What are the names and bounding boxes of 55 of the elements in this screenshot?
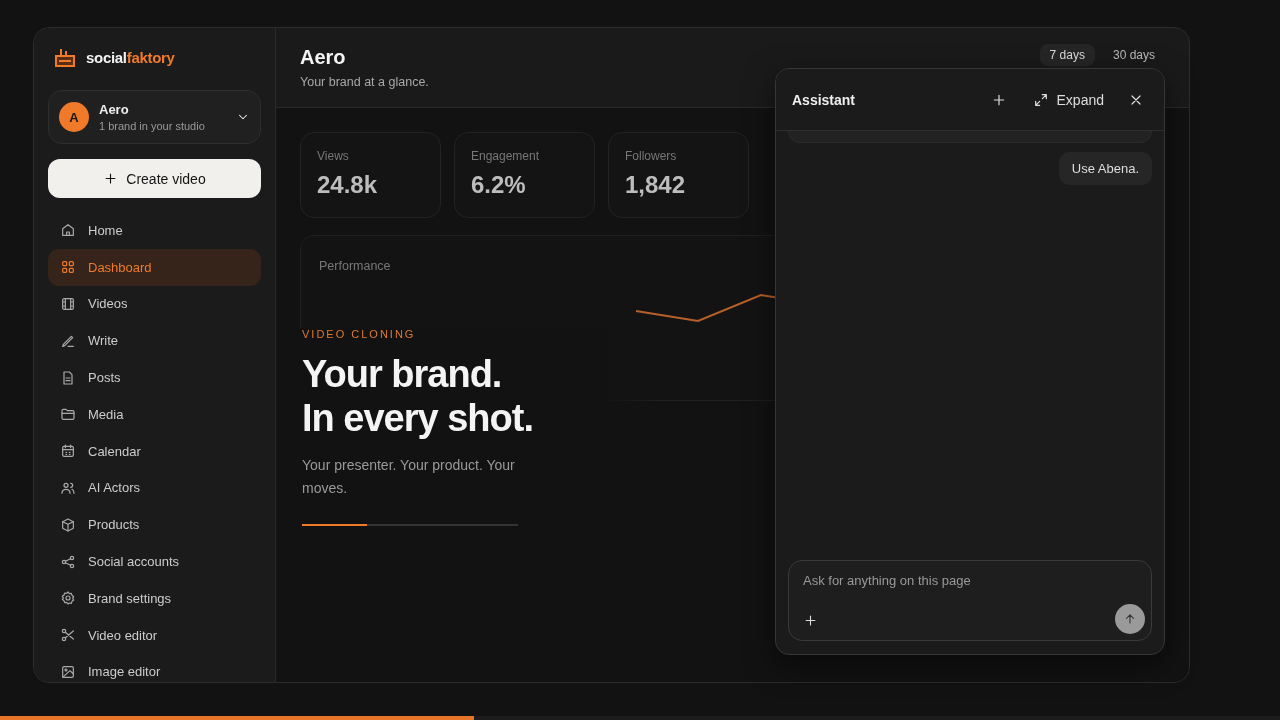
headline: Your brand.	[302, 352, 502, 396]
nav-item[interactable]: AI Actors	[48, 469, 261, 507]
stat-value: 24.8k	[317, 171, 379, 199]
nav-item[interactable]: Media	[48, 396, 261, 433]
nav-item[interactable]: Calendar	[48, 432, 261, 470]
promo-text: Your presenter. Your product. Your moves.	[302, 456, 516, 498]
home-icon	[60, 222, 76, 239]
page-title: Aero	[300, 46, 347, 69]
film-icon	[60, 296, 76, 312]
plus-icon	[803, 613, 818, 628]
workspace-switcher[interactable]: A Aero 1 brand in your studio	[48, 90, 261, 144]
expand-icon	[1032, 91, 1049, 108]
arrow-up-icon	[1123, 612, 1137, 626]
nav-item[interactable]: Social accounts	[48, 543, 261, 580]
panel-title: Assistant	[792, 91, 857, 108]
card-title: Performance	[319, 259, 391, 273]
stat-value: 1,842	[625, 171, 687, 199]
nav-item[interactable]: Write	[48, 322, 261, 360]
workspace-name: Aero	[99, 102, 130, 117]
page-subtitle: Your brand at a glance.	[300, 75, 429, 89]
nav-item[interactable]: Posts	[48, 359, 261, 396]
nav-item[interactable]: Videos	[48, 285, 261, 323]
nav-item[interactable]: Home	[48, 212, 261, 249]
eyebrow-label: VIDEO CLONING	[302, 328, 417, 340]
nav-item[interactable]: Dashboard	[48, 248, 261, 286]
scissors-icon	[60, 627, 76, 644]
factory-icon	[54, 47, 76, 67]
calendar-icon	[60, 443, 76, 460]
create-video-button[interactable]: Create video	[48, 159, 261, 198]
stat-value: 6.2%	[471, 171, 527, 199]
logo-text: socialfaktory	[86, 48, 175, 66]
folder-icon	[60, 406, 76, 423]
nav-item[interactable]: Video editor	[48, 616, 261, 654]
expand-button[interactable]: Expand	[1028, 87, 1108, 112]
avatar: A	[59, 102, 89, 132]
plus-icon	[103, 171, 119, 186]
headline: In every shot.	[302, 396, 533, 440]
settings-icon	[60, 590, 76, 607]
nav-item[interactable]: Brand settings	[48, 579, 261, 617]
stat-label: Followers	[625, 149, 678, 163]
share-icon	[60, 553, 76, 570]
nav-item[interactable]: Image editor	[48, 653, 261, 682]
grid-icon	[60, 259, 76, 276]
document-icon	[60, 369, 76, 386]
workspace-subtitle: 1 brand in your studio	[99, 120, 206, 132]
stat-label: Views	[317, 149, 350, 163]
stat-label: Engagement	[471, 149, 541, 163]
send-button[interactable]	[1115, 604, 1145, 634]
range-tab[interactable]: 30 days	[1102, 44, 1165, 66]
image-icon	[60, 663, 76, 680]
user-message: Use Abena.	[1058, 152, 1152, 185]
nav-item[interactable]: Products	[48, 506, 261, 544]
chat-input[interactable]: Ask for anything on this page	[803, 573, 1103, 588]
range-tab[interactable]: 7 days	[1039, 44, 1095, 66]
box-icon	[60, 516, 76, 533]
